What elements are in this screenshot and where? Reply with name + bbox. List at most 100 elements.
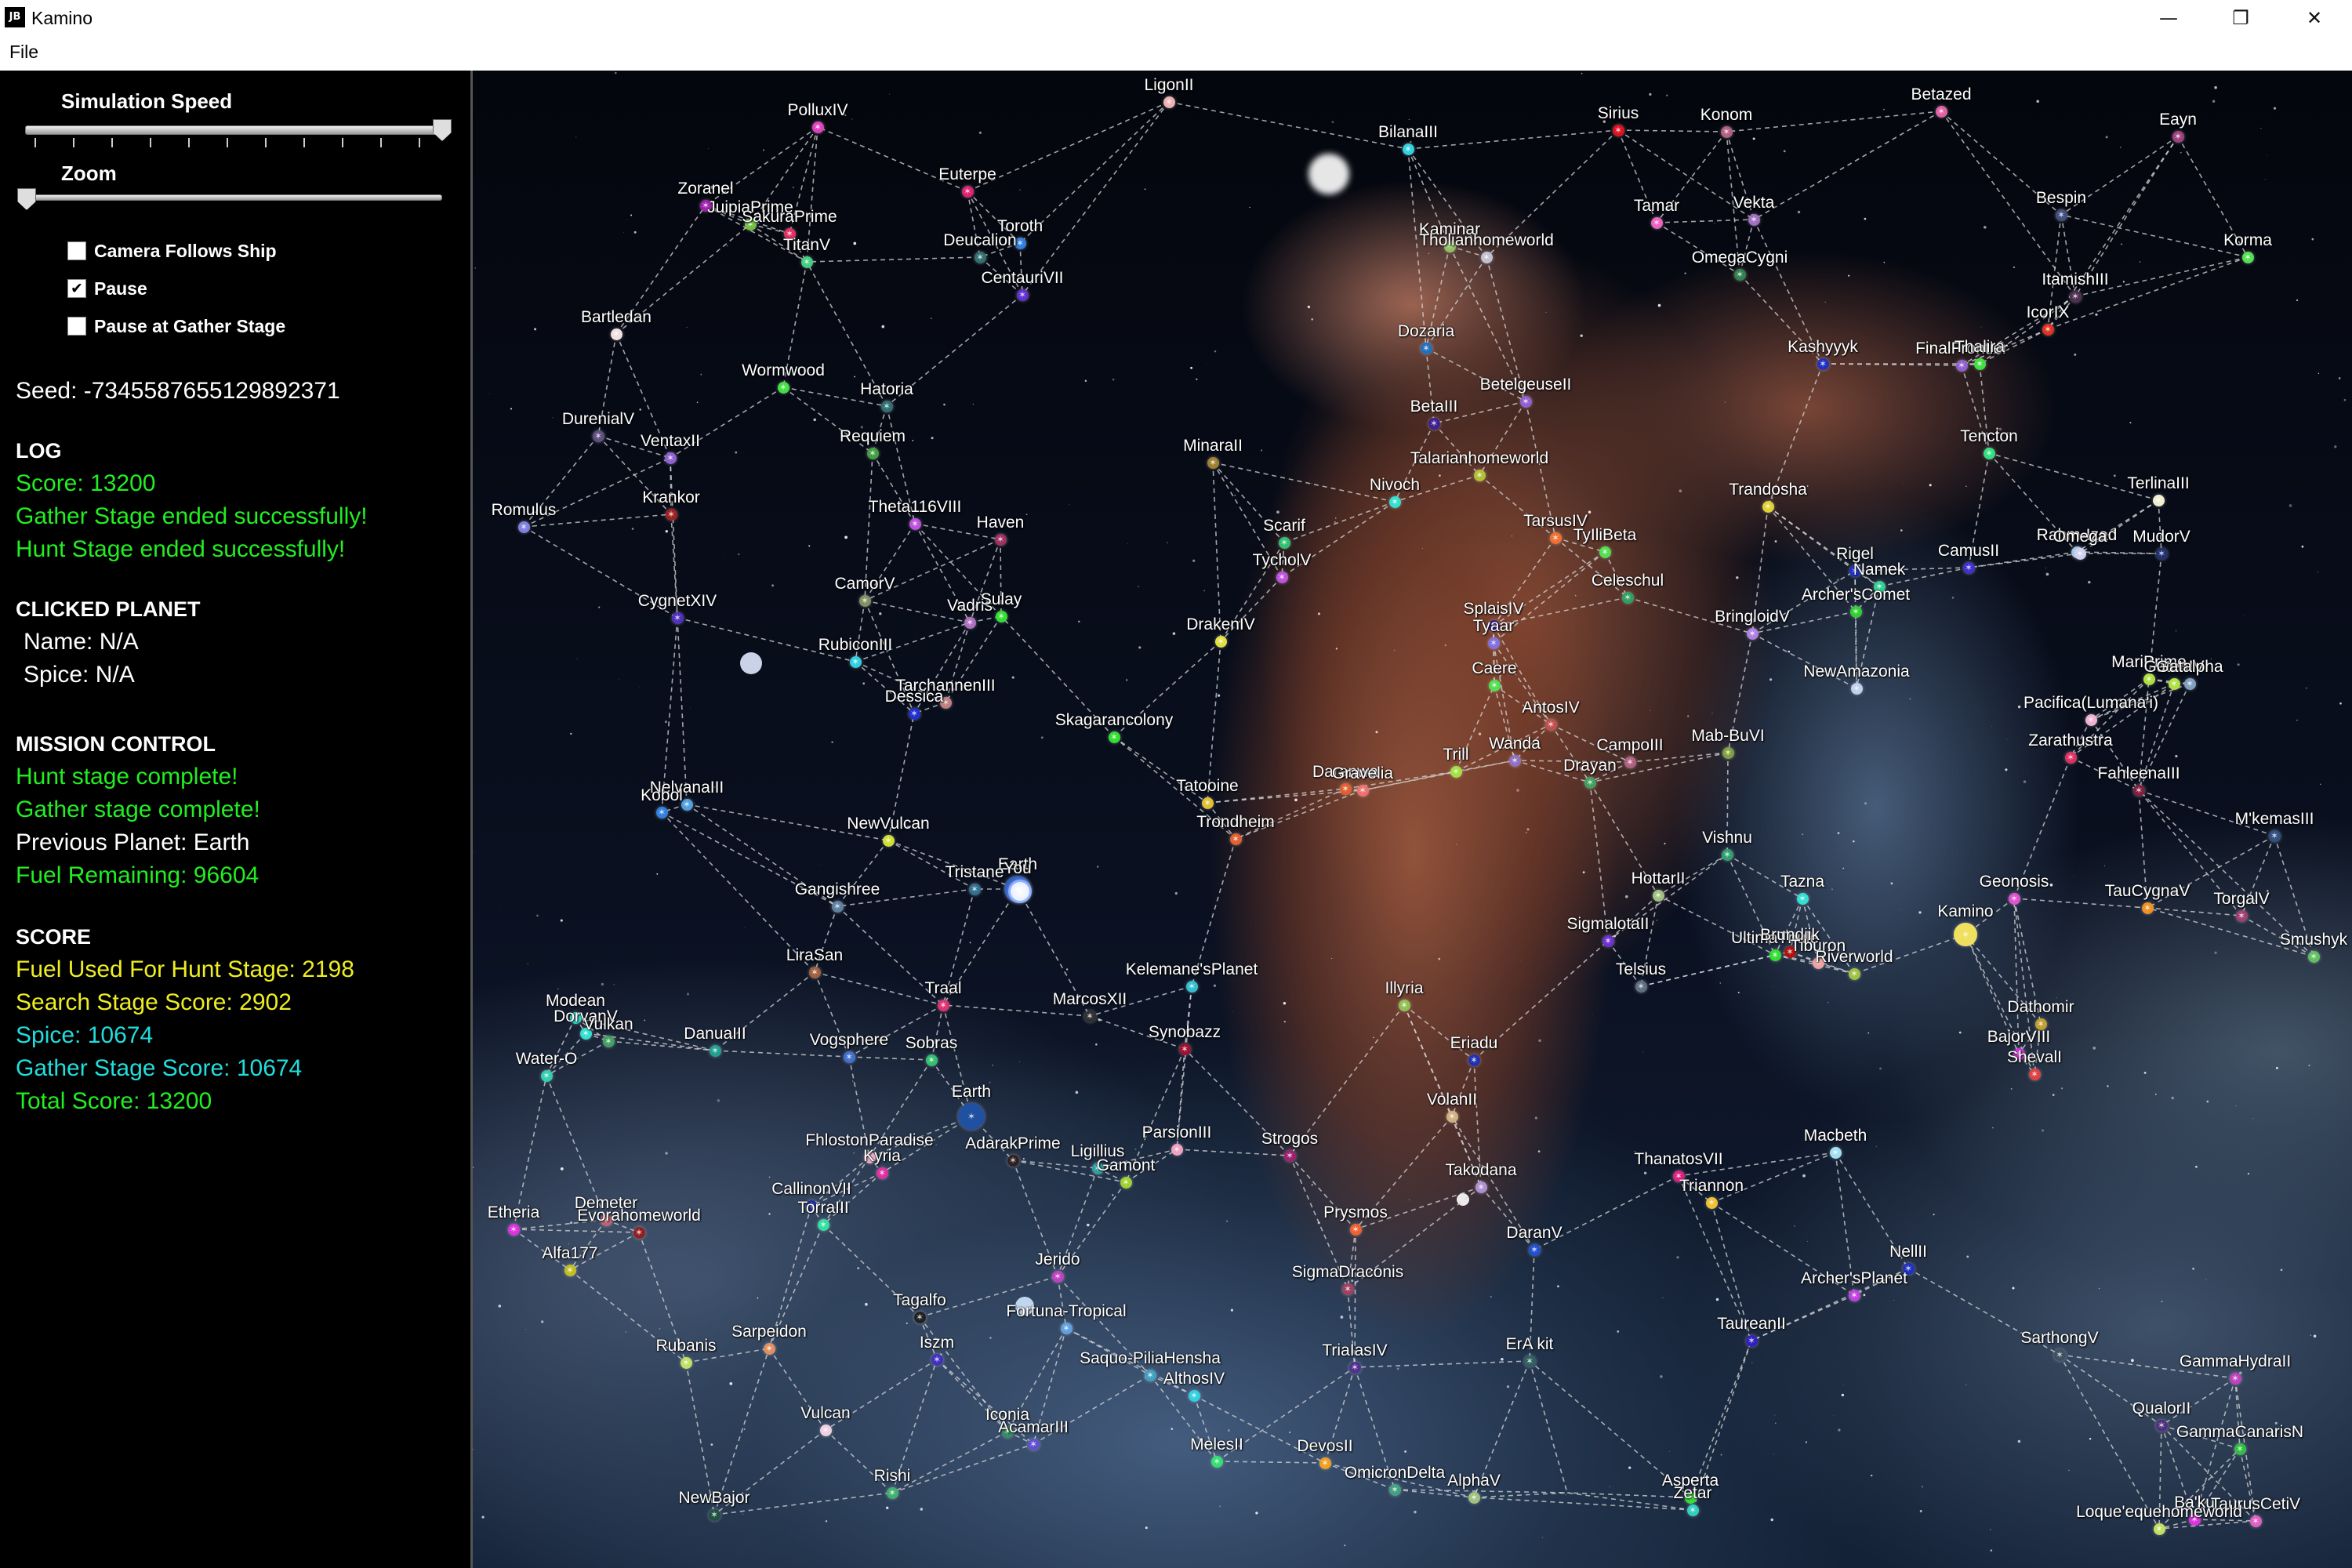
- sparkle-icon: ✶: [593, 430, 603, 441]
- sparkle-icon: ✶: [710, 1045, 720, 1056]
- planet-label: Telsius: [1615, 960, 1667, 978]
- sparkle-icon: ✶: [1475, 470, 1484, 481]
- planet-label: Rubanis: [655, 1336, 717, 1355]
- sparkle-icon: ✶: [2309, 951, 2318, 962]
- planet-label: DaranV: [1506, 1223, 1563, 1242]
- sparkle-icon: ✶: [604, 1036, 613, 1047]
- sparkle-icon: ✶: [2251, 1515, 2260, 1526]
- zoom-slider[interactable]: [25, 194, 442, 201]
- planet-label: BajorVIII: [1987, 1027, 2051, 1046]
- sparkle-icon: ✶: [1748, 628, 1757, 639]
- planet-label: Bespin: [2035, 188, 2087, 207]
- sparkle-icon: ✶: [2157, 548, 2166, 559]
- sparkle-icon: ✶: [1770, 949, 1780, 960]
- sparkle-icon: ✶: [1613, 125, 1623, 136]
- planet-label: Mab-BuVI: [1691, 726, 1765, 745]
- sparkle-icon: ✶: [1798, 893, 1807, 904]
- planet-label: Wanda: [1489, 734, 1541, 753]
- planet-label: CamusII: [1937, 541, 2000, 560]
- planet-label: Tatooine: [1176, 776, 1239, 795]
- sparkle-icon: ✶: [1421, 343, 1431, 354]
- planet-label: SigmaDraconis: [1291, 1262, 1404, 1281]
- log-line: Gather Stage ended successfully!: [16, 503, 368, 529]
- planet-label: NewBajor: [678, 1488, 750, 1507]
- route-line: [806, 256, 981, 263]
- sparkle-icon: ✶: [542, 1070, 551, 1081]
- route-line: [1216, 1461, 1326, 1464]
- route-line: [1022, 101, 1170, 296]
- sparkle-icon: ✶: [1469, 1054, 1479, 1065]
- route-line: [2060, 214, 2249, 258]
- galaxy-map[interactable]: ✶ LigonII ✶ PolluxIV ✶ BilanaIII ✶ Sirius ✶ Konom…: [473, 71, 2352, 1568]
- planet-label: Dessica: [884, 687, 944, 706]
- planet-label: Strogos: [1261, 1129, 1319, 1148]
- planet-label: ShevalI: [2006, 1047, 2063, 1066]
- planet-label: Celeschul: [1591, 571, 1664, 590]
- checkbox-icon[interactable]: [67, 317, 86, 336]
- sparkle-icon: ✶: [1399, 1000, 1409, 1011]
- planet-label: ItamishIII: [2042, 270, 2109, 289]
- menu-file[interactable]: File: [9, 42, 38, 63]
- route-line: [1407, 129, 1619, 150]
- route-line: [1394, 1489, 1475, 1498]
- menu-bar: File: [0, 36, 2352, 71]
- route-line: [1529, 1360, 1568, 1494]
- planet-label: Betazed: [1911, 85, 1972, 103]
- planet-label: Vogsphere: [809, 1030, 889, 1049]
- sparkle-icon: ✶: [1961, 929, 1970, 940]
- planet-label: Nivoch: [1369, 475, 1421, 494]
- checkbox-icon[interactable]: [67, 241, 86, 260]
- sparkle-icon: ✶: [1172, 1144, 1181, 1155]
- planet-label: VolanII: [1426, 1090, 1478, 1109]
- planet-label: Eriadu: [1450, 1033, 1498, 1052]
- planet-label: Sirius: [1597, 103, 1639, 122]
- sparkle-icon: ✶: [2075, 548, 2085, 559]
- sparkle-icon: ✶: [2009, 893, 2019, 904]
- close-icon[interactable]: ✕: [2278, 0, 2350, 36]
- planet-label: M'kemasIII: [2234, 809, 2314, 828]
- sparkle-icon: ✶: [710, 1509, 719, 1520]
- planet-label: Evorahomeworld: [577, 1206, 701, 1225]
- planet-label: Takodana: [1445, 1160, 1517, 1179]
- planet-label: TorgalV: [2213, 889, 2270, 908]
- sparkle-icon: ✶: [2071, 291, 2080, 302]
- sparkle-icon: ✶: [1722, 126, 1731, 137]
- planet-label: AlthosIV: [1163, 1369, 1225, 1388]
- sparkle-icon: ✶: [882, 401, 891, 412]
- planet-label: MarcosXII: [1052, 989, 1127, 1008]
- restore-icon[interactable]: ❐: [2205, 0, 2277, 36]
- sparkle-icon: ✶: [673, 612, 682, 623]
- sparkle-icon: ✶: [1216, 636, 1225, 647]
- planet-label: Tamar: [1633, 196, 1680, 215]
- planet-label: Theta116VIII: [868, 497, 962, 516]
- planet-label: CamorV: [834, 574, 895, 593]
- planet-label: Zoranel: [677, 179, 734, 198]
- mission-line: Fuel Remaining: 96604: [16, 862, 260, 888]
- sparkle-icon: ✶: [682, 799, 691, 810]
- mission-line: Gather stage complete!: [16, 797, 260, 822]
- sparkle-icon: ✶: [1688, 1504, 1697, 1515]
- planet-label: OmegaCygni: [1691, 248, 1788, 267]
- minimize-icon[interactable]: —: [2132, 0, 2205, 36]
- simulation-speed-slider[interactable]: [25, 125, 450, 135]
- zoom-thumb[interactable]: [17, 188, 36, 210]
- route-line: [1656, 219, 1755, 223]
- sparkle-icon: ✶: [910, 518, 920, 529]
- planet-label: Saquo-PiliaHensha: [1080, 1348, 1221, 1367]
- sparkle-icon: ✶: [1062, 1323, 1071, 1334]
- planet-label: TaureanII: [1717, 1314, 1786, 1333]
- planet-label: GammaCanarisN: [2176, 1422, 2304, 1441]
- checkbox-icon[interactable]: ✔: [67, 279, 86, 298]
- sparkle-icon: ✶: [1831, 1147, 1840, 1158]
- planet-label: Dozaria: [1397, 321, 1455, 340]
- planet-label: Namek: [1853, 560, 1906, 579]
- sparkle-icon: ✶: [1852, 683, 1861, 694]
- planet-label: Sulay: [980, 590, 1022, 608]
- sparkle-icon: ✶: [779, 382, 788, 393]
- sparkle-icon: ✶: [1018, 289, 1027, 300]
- sparkle-icon: ✶: [810, 967, 819, 978]
- planet-label: Deucalion: [943, 230, 1017, 249]
- sparkle-icon: ✶: [1707, 1197, 1716, 1208]
- planet-label: NewVulcan: [847, 814, 930, 833]
- planet-label: Fortuna-Tropical: [1006, 1301, 1127, 1320]
